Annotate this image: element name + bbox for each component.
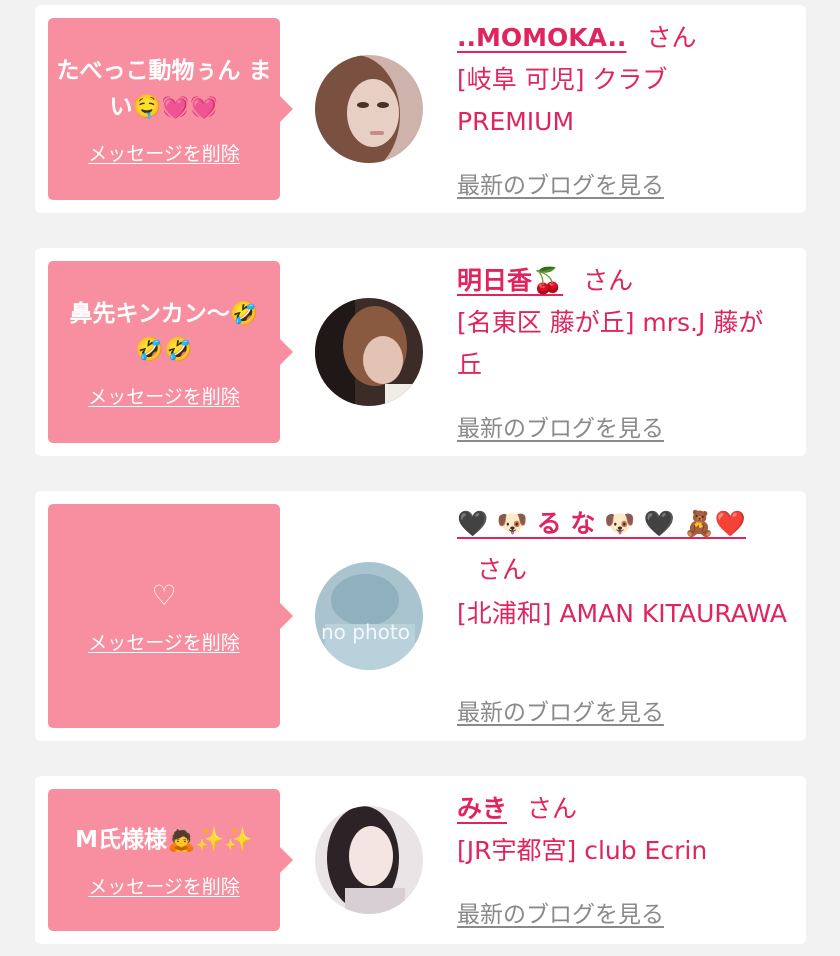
- girl-info: 明日香🍒 さん [名東区 藤が丘] mrs.J 藤が丘: [457, 260, 787, 386]
- avatar-photo: [315, 562, 423, 670]
- delete-message-link[interactable]: メッセージを削除: [88, 628, 240, 655]
- avatar[interactable]: [315, 55, 423, 163]
- shop-name: [岐阜 可児] クラブ PREMIUM: [457, 65, 668, 136]
- honorific: さん: [646, 23, 697, 52]
- latest-blog-link[interactable]: 最新のブログを見る: [457, 409, 664, 443]
- honorific: さん: [527, 794, 578, 823]
- girl-info: 🖤 🐶 る な 🐶 🖤 🧸❤️ さん [北浦和] AMAN KITAURAWA: [457, 501, 787, 635]
- favorite-card: たべっこ動物ぅん まい🤤💓💓 メッセージを削除 ..MOMOKA.. さん [岐阜…: [35, 5, 806, 213]
- girl-info: みき さん [JR宇都宮] club Ecrin: [457, 788, 787, 872]
- favorite-card: ♡ メッセージを削除 no photo 🖤 🐶 る な 🐶 🖤 🧸❤️ さん [北…: [35, 491, 806, 741]
- avatar-photo: [315, 806, 423, 914]
- girl-name-link[interactable]: ..MOMOKA..: [457, 23, 626, 52]
- girl-name-link[interactable]: みき: [457, 794, 507, 823]
- avatar[interactable]: [315, 298, 423, 406]
- honorific: さん: [477, 555, 528, 584]
- latest-blog-link[interactable]: 最新のブログを見る: [457, 895, 664, 929]
- message-text: 鼻先キンカン〜🤣🤣🤣: [69, 300, 259, 363]
- latest-blog-link[interactable]: 最新のブログを見る: [457, 693, 664, 727]
- shop-name: [北浦和] AMAN KITAURAWA: [457, 599, 787, 628]
- avatar[interactable]: [315, 806, 423, 914]
- message-bubble: M氏様様🙇✨✨ メッセージを削除: [48, 789, 293, 931]
- avatar-photo: [315, 298, 423, 406]
- message-bubble: 鼻先キンカン〜🤣🤣🤣 メッセージを削除: [48, 261, 293, 443]
- girl-info: ..MOMOKA.. さん [岐阜 可児] クラブ PREMIUM: [457, 17, 787, 143]
- shop-name: [JR宇都宮] club Ecrin: [457, 836, 708, 865]
- delete-message-link[interactable]: メッセージを削除: [88, 872, 240, 899]
- latest-blog-link[interactable]: 最新のブログを見る: [457, 166, 664, 200]
- no-photo-text: no photo: [321, 620, 410, 644]
- avatar[interactable]: no photo: [315, 562, 423, 670]
- message-bubble: ♡ メッセージを削除: [48, 504, 293, 728]
- honorific: さん: [583, 266, 634, 295]
- delete-message-link[interactable]: メッセージを削除: [88, 139, 240, 166]
- favorite-card: M氏様様🙇✨✨ メッセージを削除 みき さん [JR宇都宮] club Ecrin…: [35, 776, 806, 944]
- message-text: M氏様様🙇✨✨: [75, 826, 253, 853]
- message-bubble: たべっこ動物ぅん まい🤤💓💓 メッセージを削除: [48, 18, 293, 200]
- message-text: ♡: [151, 578, 177, 612]
- shop-name: [名東区 藤が丘] mrs.J 藤が丘: [457, 308, 764, 379]
- message-text: たべっこ動物ぅん まい🤤💓💓: [56, 57, 272, 120]
- favorites-list: たべっこ動物ぅん まい🤤💓💓 メッセージを削除 ..MOMOKA.. さん [岐阜…: [0, 0, 840, 956]
- favorite-card: 鼻先キンカン〜🤣🤣🤣 メッセージを削除 明日香🍒 さん [名東区 藤が丘] mrs…: [35, 248, 806, 456]
- avatar-photo: [315, 55, 423, 163]
- delete-message-link[interactable]: メッセージを削除: [88, 382, 240, 409]
- girl-name-link[interactable]: 🖤 🐶 る な 🐶 🖤 🧸❤️: [457, 509, 746, 538]
- girl-name-link[interactable]: 明日香🍒: [457, 266, 563, 295]
